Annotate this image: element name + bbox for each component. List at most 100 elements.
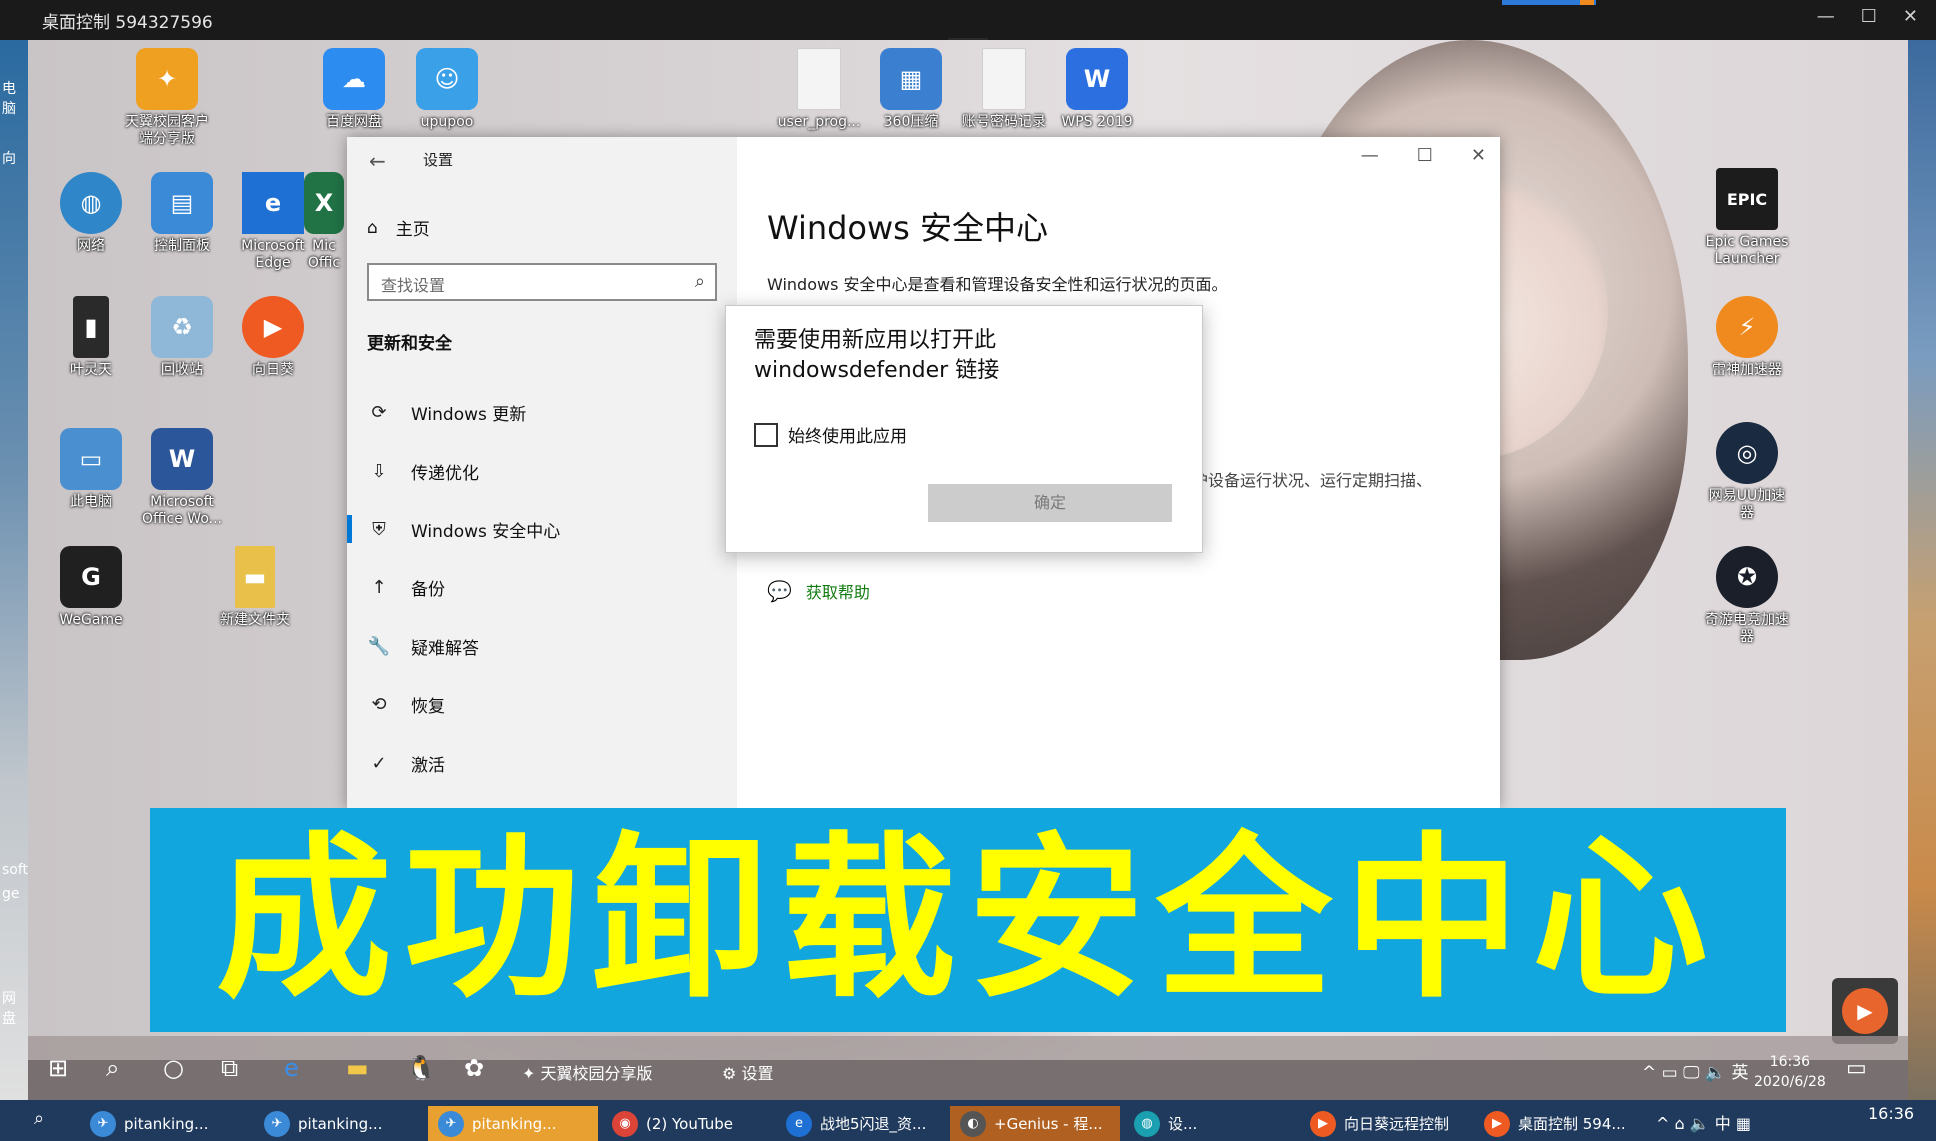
nav-item-activation[interactable]: ✓ 激活	[347, 738, 737, 788]
local-task-desktop-control[interactable]: ▶ 桌面控制 594...	[1474, 1106, 1644, 1141]
local-task-settings[interactable]: ◍ 设...	[1124, 1106, 1294, 1141]
archive-icon: ▦	[880, 48, 942, 110]
nav-item-windows-security[interactable]: ⛨ Windows 安全中心	[347, 504, 737, 554]
desktop-icon-label: 360压缩	[883, 114, 939, 130]
upupoo-icon: ☺	[416, 48, 478, 110]
desktop-icon-tianyi[interactable]: ✦ 天翼校园客户端分享版	[122, 48, 212, 148]
floating-sunlogin-widget[interactable]: ▶	[1832, 978, 1898, 1044]
sunlogin-icon: ▶	[242, 296, 304, 358]
nav-item-windows-update[interactable]: ⟳ Windows 更新	[347, 387, 737, 437]
desktop-icon-recycle-bin[interactable]: ♻ 回收站	[137, 296, 227, 379]
open-with-dialog[interactable]: 需要使用新应用以打开此 windowsdefender 链接 始终使用此应用 确…	[725, 305, 1203, 553]
local-task-genius[interactable]: ◐ +Genius - 程...	[950, 1106, 1120, 1141]
desktop-icon-this-pc[interactable]: ▭ 此电脑	[46, 428, 136, 511]
desktop-icon-new-folder[interactable]: ▬ 新建文件夹	[210, 546, 300, 629]
taskbar-item-settings[interactable]: ⚙ 设置	[722, 1060, 773, 1084]
search-icon[interactable]: ⌕	[106, 1054, 119, 1082]
nav-item-label: Windows 安全中心	[411, 521, 561, 542]
chat-help-icon: 💬	[767, 579, 792, 603]
desktop-icon-control-panel[interactable]: ▤ 控制面板	[137, 172, 227, 255]
nav-home[interactable]: ⌂ 主页	[367, 215, 430, 241]
remote-window-title: 桌面控制 594327596	[42, 13, 213, 33]
cortana-icon[interactable]: ○	[163, 1054, 184, 1082]
nav-item-delivery-optimization[interactable]: ⇩ 传递优化	[347, 446, 737, 496]
local-system-tray[interactable]: ^ ⌂ 🔈 中 ▦	[1656, 1110, 1751, 1134]
always-use-checkbox[interactable]: 始终使用此应用	[754, 422, 907, 447]
desktop-icon-yelingtian[interactable]: ▮ 叶灵天	[46, 296, 136, 379]
local-task-pitanking-2[interactable]: ✈ pitanking...	[254, 1106, 424, 1141]
desktop-icon-user-prog[interactable]: user_prog...	[774, 48, 864, 131]
remote-close-button[interactable]: ✕	[1903, 6, 1918, 27]
app-icon: ◍	[1134, 1110, 1160, 1137]
local-taskbar: ⌕ ✈ pitanking... ✈ pitanking... ✈ pitank…	[0, 1100, 1936, 1141]
game-app-icon[interactable]: ✿	[464, 1054, 484, 1082]
desktop-icon-office[interactable]: X Mic Offic	[304, 172, 344, 272]
desktop-icon-360zip[interactable]: ▦ 360压缩	[866, 48, 956, 131]
settings-close-button[interactable]: ✕	[1471, 145, 1486, 166]
get-help-link[interactable]: 💬 获取帮助	[767, 579, 870, 603]
desktop-icon-wps[interactable]: W WPS 2019	[1052, 48, 1142, 131]
desktop-icon-uu[interactable]: ◎ 网易UU加速器	[1702, 422, 1792, 522]
computer-icon: ▭	[60, 428, 122, 490]
checkbox-box[interactable]	[754, 422, 778, 447]
desktop-icon-password-notes[interactable]: 账号密码记录	[959, 48, 1049, 131]
desktop-icon-label: 控制面板	[154, 238, 210, 254]
system-tray[interactable]: ^ ▭ 🖵 🔈 英	[1642, 1058, 1748, 1083]
ok-button[interactable]: 确定	[928, 484, 1172, 522]
desktop-icon-wegame[interactable]: G WeGame	[46, 546, 136, 629]
wegame-icon: G	[60, 546, 122, 608]
local-clock[interactable]: 16:36	[1868, 1104, 1914, 1123]
clock-date: 2020/6/28	[1754, 1074, 1826, 1090]
settings-minimize-button[interactable]: —	[1361, 145, 1379, 166]
desktop-icon-label: WPS 2019	[1061, 114, 1133, 130]
edge-icon[interactable]: e	[284, 1054, 299, 1082]
desktop-icon-label: 雷神加速器	[1712, 362, 1782, 378]
nav-item-backup[interactable]: ↑ 备份	[347, 562, 737, 612]
nav-item-troubleshoot[interactable]: 🔧 疑难解答	[347, 621, 737, 671]
action-center-icon[interactable]: ▭	[1846, 1056, 1867, 1081]
local-task-pitanking-3[interactable]: ✈ pitanking...	[428, 1106, 598, 1141]
windows-start-icon[interactable]: ⊞	[48, 1054, 68, 1082]
recovery-icon: ⟲	[371, 693, 387, 715]
back-arrow-icon[interactable]: ←	[369, 149, 386, 173]
local-task-bf5[interactable]: e 战地5闪退_资...	[776, 1106, 946, 1141]
settings-maximize-button[interactable]: ☐	[1417, 145, 1433, 166]
nav-item-label: 激活	[411, 755, 445, 776]
page-partial-text: 护设备运行状况、运行定期扫描、	[1192, 471, 1433, 490]
desktop-icon-qiyou[interactable]: ✪ 奇游电竞加速器	[1702, 546, 1792, 646]
local-desktop-label: 电脑	[2, 81, 16, 117]
task-label: 桌面控制 594...	[1518, 1115, 1626, 1133]
file-explorer-icon[interactable]: ▬	[346, 1054, 369, 1082]
nav-item-recovery[interactable]: ⟲ 恢复	[347, 679, 737, 729]
nav-item-label: Windows 更新	[411, 404, 527, 425]
taskbar-item-label: 天翼校园分享版	[540, 1064, 653, 1083]
local-task-pitanking-1[interactable]: ✈ pitanking...	[80, 1106, 250, 1141]
local-task-sunlogin[interactable]: ▶ 向日葵远程控制	[1300, 1106, 1470, 1141]
shield-icon: ⛨	[372, 518, 386, 540]
settings-search-input[interactable]: 查找设置 ⌕	[367, 263, 717, 301]
gear-icon: ⚙	[722, 1064, 742, 1083]
desktop-icon-baidu-netdisk[interactable]: ☁ 百度网盘	[309, 48, 399, 131]
task-view-icon[interactable]: ⧉	[221, 1054, 238, 1082]
network-icon: ◍	[60, 172, 122, 234]
task-label: 战地5闪退_资...	[820, 1115, 927, 1133]
search-icon[interactable]: ⌕	[695, 271, 705, 292]
remote-maximize-button[interactable]: ☐	[1861, 6, 1877, 27]
local-task-youtube[interactable]: ◉ (2) YouTube	[602, 1106, 772, 1141]
clock-time: 16:36	[1769, 1054, 1811, 1070]
local-search-icon[interactable]: ⌕	[34, 1108, 44, 1129]
file-icon	[982, 48, 1026, 110]
desktop-icon-label: 账号密码记录	[962, 114, 1046, 130]
desktop-icon-upupoo[interactable]: ☺ upupoo	[402, 48, 492, 131]
remote-minimize-button[interactable]: —	[1817, 6, 1835, 27]
remote-window-titlebar[interactable]: 桌面控制 594327596 — ☐ ✕	[0, 0, 1936, 40]
taskbar-clock[interactable]: 16:36 2020/6/28	[1754, 1052, 1826, 1092]
desktop-icon-leishen[interactable]: ⚡ 雷神加速器	[1702, 296, 1792, 379]
desktop-icon-sunlogin[interactable]: ▶ 向日葵	[228, 296, 318, 379]
sunlogin-icon: ▶	[1842, 988, 1888, 1034]
desktop-icon-epic[interactable]: EPIC Epic Games Launcher	[1702, 168, 1792, 268]
taskbar-item-tianyi[interactable]: ✦ 天翼校园分享版	[522, 1060, 653, 1084]
desktop-icon-word[interactable]: W Microsoft Office Wo...	[137, 428, 227, 528]
qq-icon[interactable]: 🐧	[406, 1054, 436, 1082]
desktop-icon-network[interactable]: ◍ 网络	[46, 172, 136, 255]
